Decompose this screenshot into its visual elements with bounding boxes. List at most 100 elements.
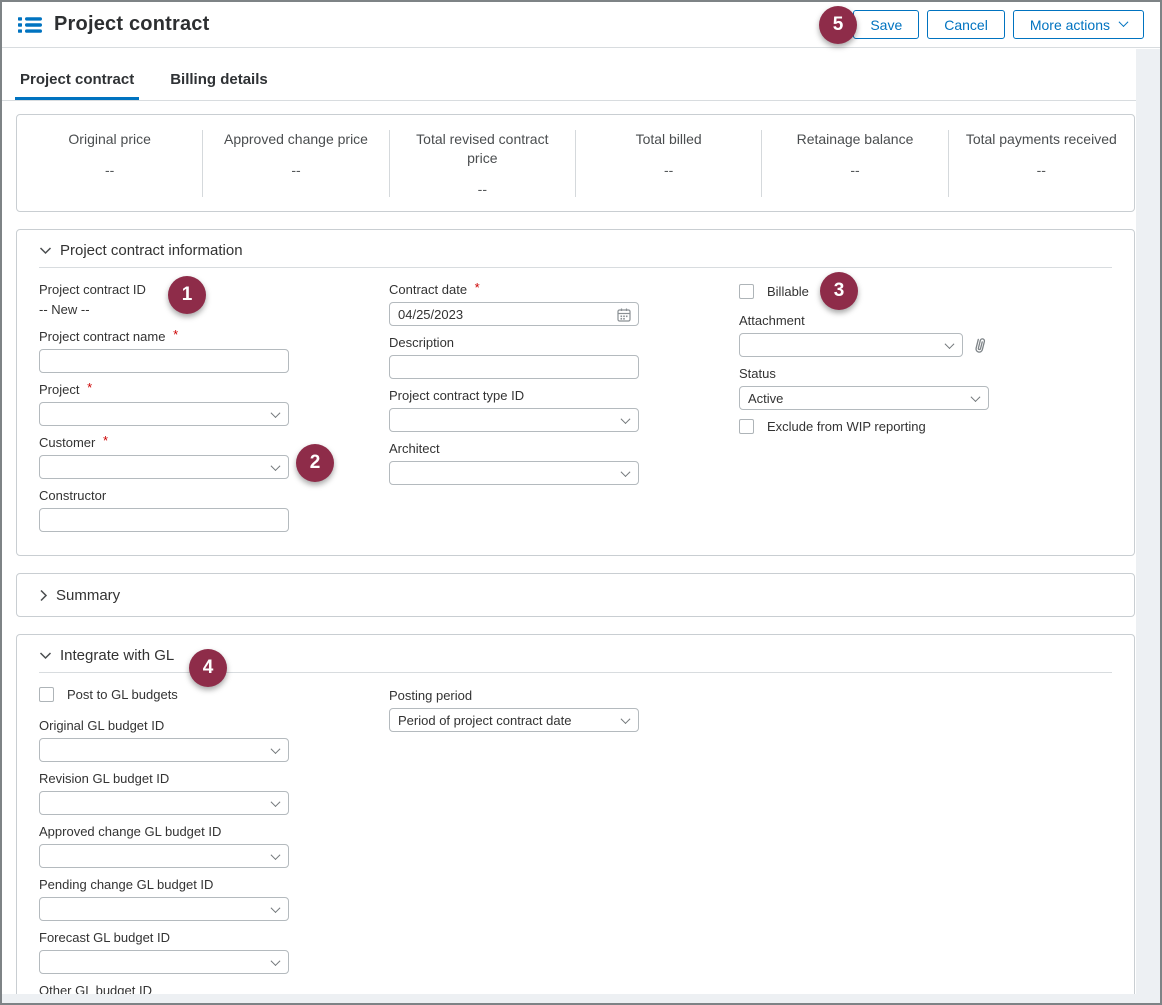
metric-original-price: Original price -- (17, 130, 202, 197)
gl-column-1: Post to GL budgets Original GL budget ID (39, 687, 389, 1005)
metric-value: -- (1037, 162, 1046, 178)
billable-label: Billable (767, 284, 809, 299)
contract-date-label: Contract date * (389, 282, 639, 297)
project-contract-type-id-label: Project contract type ID (389, 388, 639, 403)
callout-badge-3: 3 (820, 272, 858, 310)
status-value: Active (748, 391, 783, 406)
constructor-input[interactable] (39, 508, 289, 532)
save-button[interactable]: Save (853, 10, 919, 39)
totals-strip: Original price -- Approved change price … (17, 115, 1134, 211)
required-marker: * (103, 433, 108, 448)
metric-approved-change-price: Approved change price -- (202, 130, 388, 197)
label-text: Attachment (739, 313, 805, 328)
description-input[interactable] (389, 355, 639, 379)
metric-total-revised-contract-price: Total revised contract price -- (389, 130, 575, 197)
chevron-down-icon (271, 744, 281, 754)
chevron-down-icon (271, 408, 281, 418)
callout-badge-5: 5 (819, 6, 857, 44)
tab-label: Billing details (170, 71, 268, 88)
tab-billing-details[interactable]: Billing details (168, 71, 270, 101)
original-gl-budget-label: Original GL budget ID (39, 718, 389, 733)
approved-change-gl-budget-label: Approved change GL budget ID (39, 824, 389, 839)
more-actions-button[interactable]: More actions (1013, 10, 1144, 39)
project-label: Project * (39, 382, 289, 397)
posting-period-select[interactable]: Period of project contract date (389, 708, 639, 732)
approved-change-gl-budget-select[interactable] (39, 844, 289, 868)
metric-value: -- (291, 162, 300, 178)
status-select[interactable]: Active (739, 386, 989, 410)
revision-gl-budget-select[interactable] (39, 791, 289, 815)
chevron-down-icon (271, 903, 281, 913)
status-label: Status (739, 366, 989, 381)
label-text: Customer (39, 435, 95, 450)
callout-badge-2: 2 (296, 444, 334, 482)
revision-gl-budget-label: Revision GL budget ID (39, 771, 389, 786)
metric-label: Retainage balance (797, 130, 914, 149)
callout-badge-4: 4 (189, 649, 227, 687)
tab-bar: Project contract Billing details (2, 48, 1160, 101)
cancel-button[interactable]: Cancel (927, 10, 1005, 39)
project-contract-name-input[interactable] (39, 349, 289, 373)
page-background-strip (2, 994, 1160, 1003)
section-title: Summary (56, 587, 120, 604)
label-text: Status (739, 366, 776, 381)
customer-select[interactable] (39, 455, 289, 479)
tab-project-contract[interactable]: Project contract (18, 71, 136, 101)
project-select[interactable] (39, 402, 289, 426)
tab-divider (2, 100, 1136, 101)
attachment-select[interactable] (739, 333, 963, 357)
page-title: Project contract (54, 13, 209, 36)
contract-date-input[interactable]: 04/25/2023 (389, 302, 639, 326)
pending-change-gl-budget-select[interactable] (39, 897, 289, 921)
chevron-down-icon (621, 414, 631, 424)
label-text: Project contract name (39, 329, 165, 344)
section-divider (39, 267, 1112, 268)
metric-total-payments-received: Total payments received -- (948, 130, 1134, 197)
label-text: Forecast GL budget ID (39, 930, 170, 945)
customer-label: Customer * (39, 435, 289, 450)
metric-label: Total billed (636, 130, 702, 149)
label-text: Revision GL budget ID (39, 771, 169, 786)
exclude-wip-checkbox[interactable] (739, 419, 754, 434)
calendar-icon[interactable] (616, 307, 632, 323)
label-text: Pending change GL budget ID (39, 877, 213, 892)
billable-checkbox[interactable] (739, 284, 754, 299)
chevron-down-icon (39, 246, 52, 255)
project-contract-type-select[interactable] (389, 408, 639, 432)
posting-period-label: Posting period (389, 688, 639, 703)
forecast-gl-budget-select[interactable] (39, 950, 289, 974)
chevron-down-icon (39, 651, 52, 660)
posting-period-value: Period of project contract date (398, 713, 571, 728)
metric-label: Total revised contract price (400, 130, 565, 168)
metric-label: Approved change price (224, 130, 368, 149)
exclude-wip-label: Exclude from WIP reporting (767, 419, 926, 434)
chevron-down-icon (1119, 17, 1129, 27)
label-text: Approved change GL budget ID (39, 824, 221, 839)
chevron-down-icon (271, 797, 281, 807)
chevron-down-icon (971, 392, 981, 402)
chevron-down-icon (945, 339, 955, 349)
architect-select[interactable] (389, 461, 639, 485)
top-header: Project contract Save Cancel More action… (2, 2, 1160, 48)
list-menu-icon[interactable] (18, 15, 42, 35)
label-text: Project contract ID (39, 282, 146, 297)
architect-label: Architect (389, 441, 639, 456)
original-gl-budget-select[interactable] (39, 738, 289, 762)
section-header-summary[interactable]: Summary (39, 587, 1112, 604)
label-text: Description (389, 335, 454, 350)
post-to-gl-budgets-checkbox[interactable] (39, 687, 54, 702)
metric-value: -- (478, 181, 487, 197)
callout-badge-1: 1 (168, 276, 206, 314)
info-column-1: Project contract ID -- New -- Project co… (39, 282, 289, 541)
scroll-gutter (1136, 49, 1160, 1003)
more-actions-label: More actions (1030, 17, 1110, 33)
label-text: Original GL budget ID (39, 718, 164, 733)
label-text: Architect (389, 441, 440, 456)
header-actions: Save Cancel More actions (853, 10, 1144, 39)
section-header-project-contract-information[interactable]: Project contract information (39, 242, 1112, 259)
paperclip-icon[interactable] (971, 335, 989, 355)
chevron-down-icon (621, 714, 631, 724)
chevron-down-icon (621, 467, 631, 477)
chevron-down-icon (271, 850, 281, 860)
label-text: Project contract type ID (389, 388, 524, 403)
